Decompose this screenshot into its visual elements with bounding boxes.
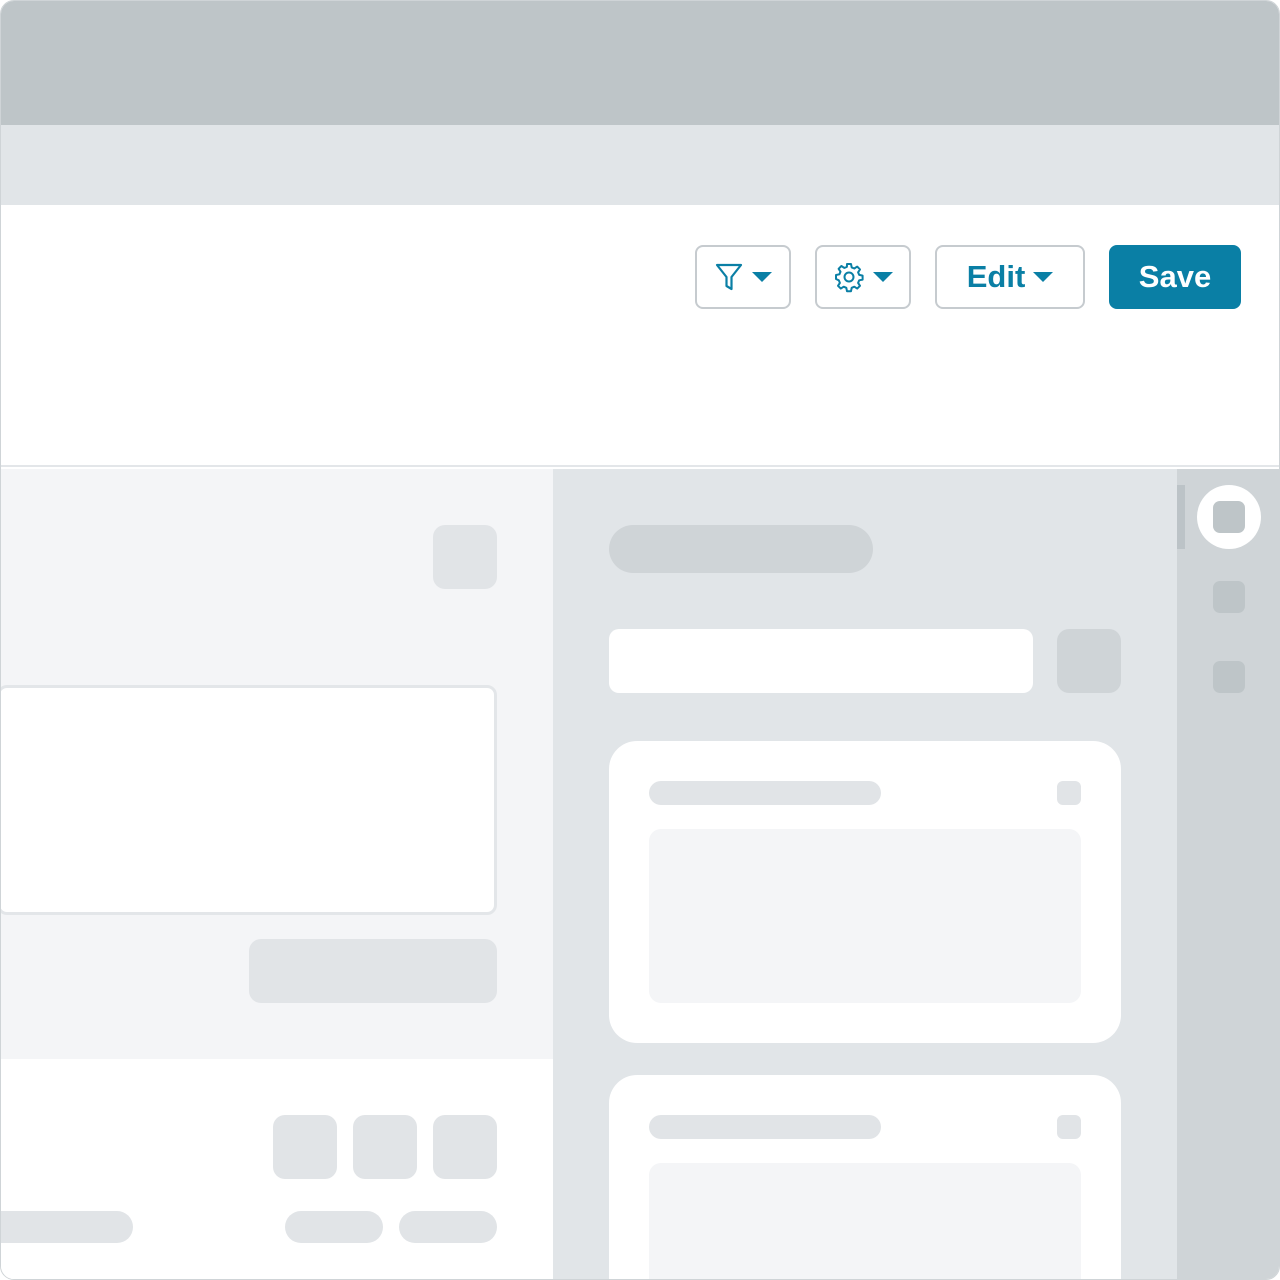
- edit-dropdown-button[interactable]: Edit: [935, 245, 1085, 309]
- footer-action-placeholder[interactable]: [273, 1115, 337, 1179]
- footer-text-placeholder: [1, 1211, 133, 1243]
- save-button[interactable]: Save: [1109, 245, 1241, 309]
- footer-action-placeholder[interactable]: [433, 1115, 497, 1179]
- chevron-down-icon: [873, 272, 893, 282]
- footer-chip-placeholder[interactable]: [399, 1211, 497, 1243]
- tab-strip: [1, 125, 1279, 205]
- panel-action-placeholder[interactable]: [433, 525, 497, 589]
- footer-action-placeholder[interactable]: [353, 1115, 417, 1179]
- rail-item[interactable]: [1213, 581, 1245, 613]
- search-input-placeholder[interactable]: [609, 629, 1033, 693]
- rail-item-icon: [1213, 501, 1245, 533]
- card-menu-placeholder[interactable]: [1057, 781, 1081, 805]
- text-area-placeholder[interactable]: [1, 685, 497, 915]
- right-rail: [1177, 469, 1279, 1279]
- settings-dropdown-button[interactable]: [815, 245, 911, 309]
- edit-button-label: Edit: [966, 259, 1026, 294]
- editor-panel: [1, 469, 553, 1059]
- search-button-placeholder[interactable]: [1057, 629, 1121, 693]
- rail-item[interactable]: [1213, 661, 1245, 693]
- card-body-placeholder: [649, 1163, 1081, 1279]
- card-body-placeholder: [649, 829, 1081, 1003]
- side-panel-title-placeholder: [609, 525, 873, 573]
- footer-chip-placeholder[interactable]: [285, 1211, 383, 1243]
- card-title-placeholder: [649, 1115, 881, 1139]
- save-button-label: Save: [1138, 259, 1212, 294]
- chevron-down-icon: [1033, 272, 1054, 282]
- side-panel: [553, 469, 1177, 1279]
- filter-icon: [715, 263, 743, 291]
- list-card[interactable]: [609, 1075, 1121, 1279]
- chevron-down-icon: [752, 272, 772, 282]
- app-window: Edit Save: [0, 0, 1280, 1280]
- title-bar: [1, 1, 1279, 125]
- scrollbar-thumb[interactable]: [1177, 485, 1185, 549]
- rail-item-active[interactable]: [1197, 485, 1261, 549]
- card-menu-placeholder[interactable]: [1057, 1115, 1081, 1139]
- card-title-placeholder: [649, 781, 881, 805]
- list-card[interactable]: [609, 741, 1121, 1043]
- filter-dropdown-button[interactable]: [695, 245, 791, 309]
- gear-icon: [835, 263, 864, 293]
- panel-button-placeholder[interactable]: [249, 939, 497, 1003]
- toolbar: Edit Save: [1, 205, 1279, 467]
- footer-panel: [1, 1059, 553, 1279]
